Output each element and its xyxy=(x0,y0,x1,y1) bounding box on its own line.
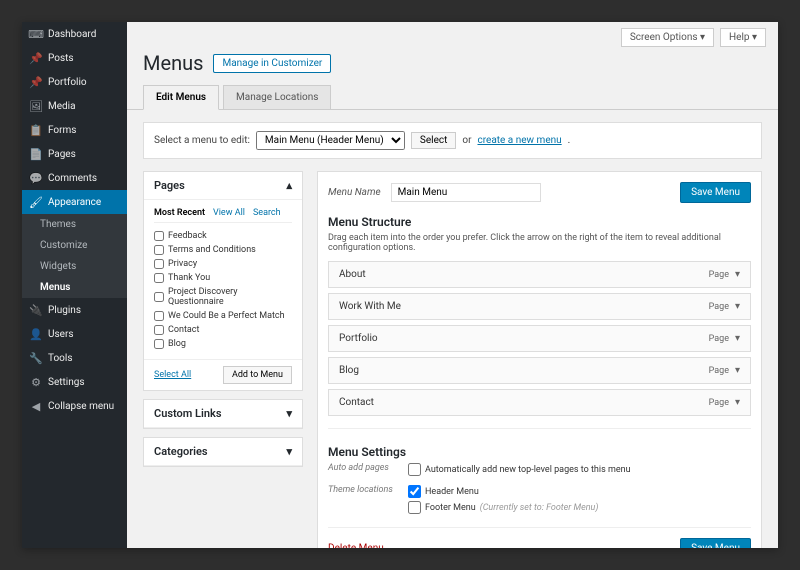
page-checkbox[interactable]: Terms and Conditions xyxy=(154,243,292,257)
gear-icon: ⚙ xyxy=(30,376,42,388)
accordion-column: Pages▴ Most Recent View All Search Feedb… xyxy=(143,171,303,548)
sidebar-collapse[interactable]: ◀Collapse menu xyxy=(22,394,127,418)
sidebar-item-settings[interactable]: ⚙Settings xyxy=(22,370,127,394)
chevron-down-icon: ▾ xyxy=(735,397,740,408)
menu-settings-title: Menu Settings xyxy=(328,445,751,459)
menu-select[interactable]: Main Menu (Header Menu) xyxy=(256,131,405,150)
pages-panel-toggle[interactable]: Pages▴ xyxy=(144,172,302,200)
delete-menu-link[interactable]: Delete Menu xyxy=(328,543,384,548)
page-checkbox[interactable]: Feedback xyxy=(154,229,292,243)
page-checkbox[interactable]: We Could Be a Perfect Match xyxy=(154,309,292,323)
help-button[interactable]: Help ▾ xyxy=(720,28,766,47)
sidebar-item-pages[interactable]: 📄Pages xyxy=(22,142,127,166)
chevron-down-icon: ▾ xyxy=(735,301,740,312)
page-checkbox[interactable]: Thank You xyxy=(154,271,292,285)
save-menu-button-bottom[interactable]: Save Menu xyxy=(680,538,751,548)
sidebar-item-plugins[interactable]: 🔌Plugins xyxy=(22,298,127,322)
page-title: Menus xyxy=(143,51,203,75)
menu-edit-form: Menu Name Save Menu Menu Structure Drag … xyxy=(317,171,762,548)
location-footer-checkbox[interactable]: Footer Menu (Currently set to: Footer Me… xyxy=(408,501,598,514)
submenu-themes[interactable]: Themes xyxy=(22,214,127,235)
create-menu-link[interactable]: create a new menu xyxy=(477,135,561,146)
sidebar-item-users[interactable]: 👤Users xyxy=(22,322,127,346)
pin-icon: 📌 xyxy=(30,76,42,88)
subtab-search[interactable]: Search xyxy=(253,208,281,218)
auto-add-label: Auto add pages xyxy=(328,463,408,473)
subtab-view-all[interactable]: View All xyxy=(213,208,245,218)
add-to-menu-button[interactable]: Add to Menu xyxy=(223,366,292,384)
chevron-down-icon: ▾ xyxy=(735,269,740,280)
submenu-customize[interactable]: Customize xyxy=(22,235,127,256)
menu-item[interactable]: BlogPage▾ xyxy=(328,357,751,384)
select-all-link[interactable]: Select All xyxy=(154,370,191,380)
manage-customizer-button[interactable]: Manage in Customizer xyxy=(213,54,331,73)
chevron-down-icon: ▾ xyxy=(286,445,292,458)
subtab-most-recent[interactable]: Most Recent xyxy=(154,208,205,218)
sidebar-item-forms[interactable]: 📋Forms xyxy=(22,118,127,142)
custom-links-toggle[interactable]: Custom Links▾ xyxy=(144,400,302,428)
media-icon: 🖼 xyxy=(30,100,42,112)
menu-items-list: AboutPage▾ Work With MePage▾ PortfolioPa… xyxy=(328,261,751,416)
categories-panel: Categories▾ xyxy=(143,437,303,467)
wrench-icon: 🔧 xyxy=(30,352,42,364)
chevron-up-icon: ▴ xyxy=(286,179,292,192)
main-content: Screen Options ▾ Help ▾ Menus Manage in … xyxy=(127,22,778,548)
menu-item[interactable]: AboutPage▾ xyxy=(328,261,751,288)
sidebar-submenu: Themes Customize Widgets Menus xyxy=(22,214,127,298)
plugin-icon: 🔌 xyxy=(30,304,42,316)
theme-locations-label: Theme locations xyxy=(328,485,408,495)
tab-manage-locations[interactable]: Manage Locations xyxy=(223,85,331,109)
submenu-menus[interactable]: Menus xyxy=(22,277,127,298)
pin-icon: 📌 xyxy=(30,52,42,64)
pages-icon: 📄 xyxy=(30,148,42,160)
sidebar-item-comments[interactable]: 💬Comments xyxy=(22,166,127,190)
dashboard-icon: ⌨ xyxy=(30,28,42,40)
select-button[interactable]: Select xyxy=(411,132,456,149)
menu-structure-desc: Drag each item into the order you prefer… xyxy=(328,233,751,253)
sidebar-item-appearance[interactable]: 🖌Appearance xyxy=(22,190,127,214)
sidebar-item-posts[interactable]: 📌Posts xyxy=(22,46,127,70)
main-tabs: Edit Menus Manage Locations xyxy=(127,85,778,110)
pages-checklist: Feedback Terms and Conditions Privacy Th… xyxy=(154,229,292,351)
menu-item[interactable]: PortfolioPage▾ xyxy=(328,325,751,352)
page-checkbox[interactable]: Blog xyxy=(154,337,292,351)
user-icon: 👤 xyxy=(30,328,42,340)
or-text: or xyxy=(462,135,471,146)
auto-add-checkbox[interactable]: Automatically add new top-level pages to… xyxy=(408,463,631,476)
chevron-down-icon: ▾ xyxy=(735,333,740,344)
top-bar: Screen Options ▾ Help ▾ xyxy=(127,22,778,47)
sidebar-item-tools[interactable]: 🔧Tools xyxy=(22,346,127,370)
menu-selector-bar: Select a menu to edit: Main Menu (Header… xyxy=(143,122,762,159)
menu-structure-title: Menu Structure xyxy=(328,215,751,229)
page-checkbox[interactable]: Privacy xyxy=(154,257,292,271)
pages-panel: Pages▴ Most Recent View All Search Feedb… xyxy=(143,171,303,391)
save-menu-button-top[interactable]: Save Menu xyxy=(680,182,751,203)
tab-edit-menus[interactable]: Edit Menus xyxy=(143,85,219,110)
sidebar-item-dashboard[interactable]: ⌨Dashboard xyxy=(22,22,127,46)
menu-item[interactable]: ContactPage▾ xyxy=(328,389,751,416)
menu-name-label: Menu Name xyxy=(328,187,381,198)
page-checkbox[interactable]: Project Discovery Questionnaire xyxy=(154,285,292,309)
submenu-widgets[interactable]: Widgets xyxy=(22,256,127,277)
brush-icon: 🖌 xyxy=(30,196,42,208)
chevron-down-icon: ▾ xyxy=(735,365,740,376)
location-header-checkbox[interactable]: Header Menu xyxy=(408,485,598,498)
menu-name-input[interactable] xyxy=(391,183,541,202)
forms-icon: 📋 xyxy=(30,124,42,136)
categories-toggle[interactable]: Categories▾ xyxy=(144,438,302,466)
screen-options-button[interactable]: Screen Options ▾ xyxy=(621,28,714,47)
selector-label: Select a menu to edit: xyxy=(154,135,250,146)
page-checkbox[interactable]: Contact xyxy=(154,323,292,337)
comments-icon: 💬 xyxy=(30,172,42,184)
chevron-down-icon: ▾ xyxy=(286,407,292,420)
menu-item[interactable]: Work With MePage▾ xyxy=(328,293,751,320)
pages-subtabs: Most Recent View All Search xyxy=(154,208,292,223)
sidebar-item-media[interactable]: 🖼Media xyxy=(22,94,127,118)
admin-sidebar: ⌨Dashboard 📌Posts 📌Portfolio 🖼Media 📋For… xyxy=(22,22,127,548)
collapse-icon: ◀ xyxy=(30,400,42,412)
custom-links-panel: Custom Links▾ xyxy=(143,399,303,429)
sidebar-item-portfolio[interactable]: 📌Portfolio xyxy=(22,70,127,94)
